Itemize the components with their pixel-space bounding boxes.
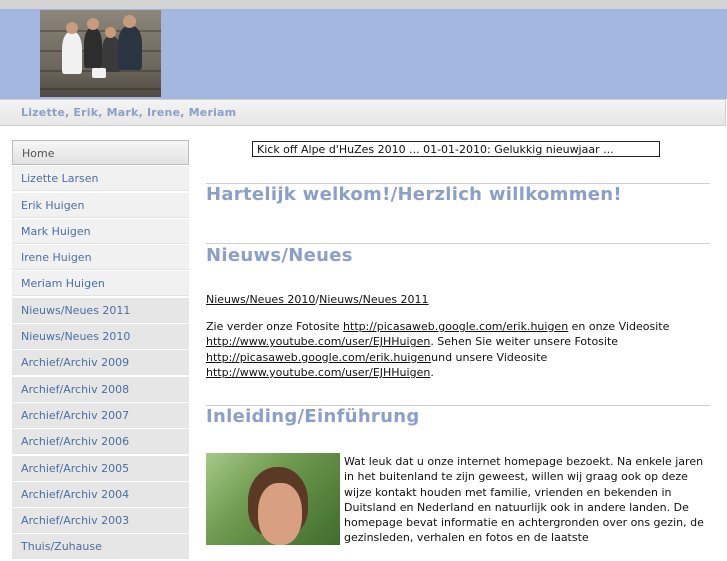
nav-item-archive-2004[interactable]: Archief/Archiv 2004 bbox=[12, 481, 189, 507]
nav-item-archive-2005[interactable]: Archief/Archiv 2005 bbox=[12, 455, 189, 481]
ticker-text: Kick off Alpe d'HuZes 2010 ... 01-01-201… bbox=[257, 143, 614, 156]
paragraph-text: Zie verder onze Fotosite bbox=[206, 320, 344, 333]
nav-item-news-2011[interactable]: Nieuws/Neues 2011 bbox=[12, 297, 189, 323]
nav-item-meriam-huigen[interactable]: Meriam Huigen bbox=[12, 271, 189, 297]
news-ticker[interactable]: Kick off Alpe d'HuZes 2010 ... 01-01-201… bbox=[252, 141, 660, 157]
nav-item-mark-huigen[interactable]: Mark Huigen bbox=[12, 218, 189, 244]
nav-item-archive-2006[interactable]: Archief/Archiv 2006 bbox=[12, 429, 189, 455]
welcome-heading: Hartelijk welkom!/Herzlich willkommen! bbox=[206, 184, 622, 205]
news-links: Nieuws/Neues 2010/Nieuws/Neues 2011 bbox=[206, 293, 429, 306]
news-2010-link[interactable]: Nieuws/Neues 2010 bbox=[206, 293, 315, 306]
nav-item-news-2010[interactable]: Nieuws/Neues 2010 bbox=[12, 324, 189, 350]
nav-item-archive-2009[interactable]: Archief/Archiv 2009 bbox=[12, 350, 189, 376]
nav-item-lizette-larsen[interactable]: Lizette Larsen bbox=[12, 166, 189, 192]
family-photo bbox=[40, 10, 161, 97]
picasa-link[interactable]: http://picasaweb.google.com/erik.huigen bbox=[343, 320, 568, 333]
youtube-link[interactable]: http://www.youtube.com/user/EJHHuigen bbox=[206, 335, 430, 348]
news-heading: Nieuws/Neues bbox=[206, 245, 353, 266]
nav-item-erik-huigen[interactable]: Erik Huigen bbox=[12, 192, 189, 218]
news-2011-link[interactable]: Nieuws/Neues 2011 bbox=[319, 293, 428, 306]
paragraph-text: . bbox=[430, 365, 434, 379]
nav-item-home[interactable]: Home bbox=[12, 140, 189, 165]
site-title[interactable]: Lizette, Erik, Mark, Irene, Meriam bbox=[21, 106, 236, 119]
intro-heading: Inleiding/Einführung bbox=[206, 406, 420, 427]
nav-item-archive-2007[interactable]: Archief/Archiv 2007 bbox=[12, 402, 189, 428]
paragraph-text: . Sehen Sie weiter unsere Fotosite bbox=[430, 335, 619, 349]
nav-item-thuis-zuhause[interactable]: Thuis/Zuhause bbox=[12, 534, 189, 560]
media-paragraph: Zie verder onze Fotosite http://picasawe… bbox=[206, 319, 710, 380]
sidebar-nav: Home Lizette Larsen Erik Huigen Mark Hui… bbox=[12, 140, 189, 561]
portrait-photo bbox=[206, 453, 340, 545]
divider bbox=[206, 243, 710, 244]
youtube-link-de[interactable]: http://www.youtube.com/user/EJHHuigen bbox=[206, 366, 430, 379]
picasa-link-de[interactable]: http://picasaweb.google.com/erik.huigen bbox=[206, 351, 431, 364]
nav-item-irene-huigen[interactable]: Irene Huigen bbox=[12, 245, 189, 271]
nav-item-archive-2008[interactable]: Archief/Archiv 2008 bbox=[12, 376, 189, 402]
paragraph-text: und unsere Videosite bbox=[431, 350, 548, 364]
site-title-bar: Lizette, Erik, Mark, Irene, Meriam bbox=[0, 99, 726, 126]
top-strip bbox=[0, 0, 727, 9]
paragraph-text: en onze Videosite bbox=[568, 320, 670, 333]
intro-paragraph: Wat leuk dat u onze internet homepage be… bbox=[344, 455, 704, 545]
nav-item-archive-2003[interactable]: Archief/Archiv 2003 bbox=[12, 508, 189, 534]
